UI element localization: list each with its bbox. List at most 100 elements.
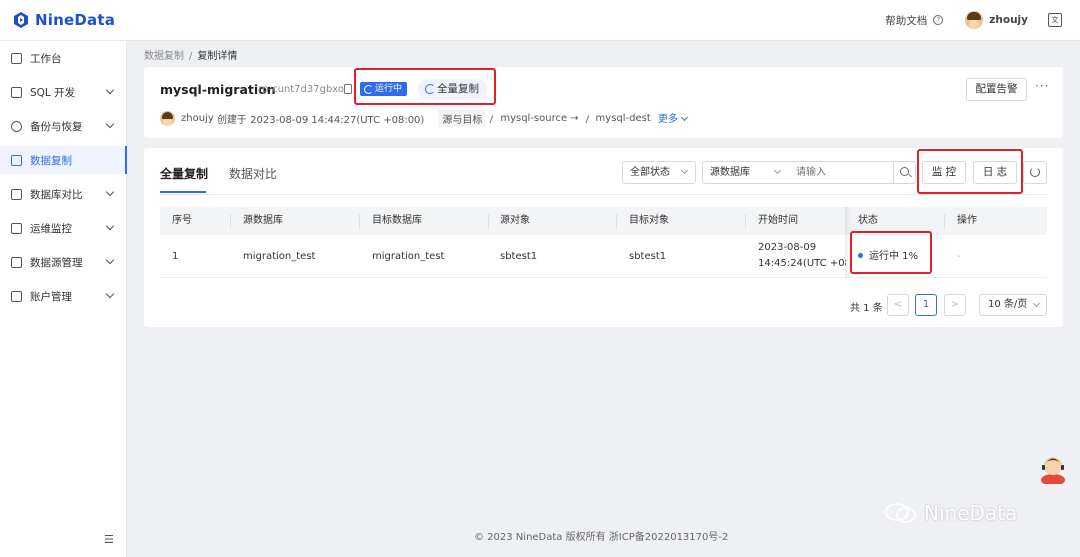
col-separator — [616, 214, 617, 228]
wechat-icon — [885, 503, 916, 523]
logo-text: NineData — [35, 11, 116, 29]
logo[interactable]: NineData — [12, 11, 115, 29]
start-date: 2023-08-09 — [758, 242, 817, 253]
footer-copyright: © 2023 NineData 版权所有 浙ICP备2022013170号-2 — [474, 532, 729, 543]
status-filter-value: 全部状态 — [630, 167, 670, 178]
home-icon — [11, 52, 22, 64]
sidebar-item-label: 数据复制 — [30, 154, 72, 167]
top-right-menu: 帮助文档 ? zhoujy 文 — [885, 11, 1062, 29]
chevron-down-icon — [105, 119, 115, 129]
tabs-divider — [160, 194, 1047, 195]
creator-name: zhoujy — [181, 113, 214, 124]
col-separator — [488, 214, 489, 228]
copy-icon — [11, 154, 22, 166]
database-filter-select[interactable]: 源数据库 — [702, 161, 789, 184]
creator-avatar — [160, 111, 175, 126]
database-icon — [585, 114, 594, 123]
arrow-right-icon: → — [570, 113, 579, 124]
search-icon[interactable] — [893, 161, 916, 184]
chevron-down-icon — [1032, 299, 1041, 308]
terminal-icon — [11, 86, 22, 98]
cell-no: 1 — [172, 251, 179, 262]
sidebar: 工作台 SQL 开发 备份与恢复 数据复制 数据库对比 运维监控 数据源管理 账… — [0, 41, 127, 557]
configure-alarm-button[interactable]: 配置告警 — [966, 78, 1027, 101]
cell-dst-obj: sbtest1 — [629, 251, 667, 262]
breadcrumb-parent[interactable]: 数据复制 — [144, 51, 184, 62]
search-input[interactable] — [788, 161, 894, 184]
tab-data-compare[interactable]: 数据对比 — [229, 165, 277, 182]
sidebar-item-sql-dev[interactable]: SQL 开发 — [0, 78, 127, 106]
translate-icon[interactable]: 文 — [1048, 13, 1062, 27]
cloud-backup-icon — [11, 120, 22, 132]
col-separator — [745, 214, 746, 228]
cell-src-db: migration_test — [243, 251, 316, 262]
chevron-down-icon — [105, 289, 115, 299]
source-datasource[interactable]: mysql-source — [500, 113, 567, 124]
sidebar-item-label: 工作台 — [30, 52, 62, 65]
start-clock: 14:45:24(UTC +08 — [758, 258, 846, 269]
cell-dst-db: migration_test — [372, 251, 445, 262]
col-src-db: 源数据库 — [243, 215, 283, 226]
breadcrumb-current: 复制详情 — [197, 51, 238, 62]
sidebar-item-workbench[interactable]: 工作台 — [0, 44, 127, 72]
sidebar-item-label: 数据库对比 — [30, 188, 83, 201]
pager-total: 共 1 条 — [850, 303, 883, 314]
sidebar-item-label: 数据源管理 — [30, 256, 83, 269]
database-icon — [489, 114, 499, 123]
user-avatar[interactable] — [965, 11, 984, 29]
support-agent-icon[interactable] — [1039, 452, 1067, 484]
col-dst-obj: 目标对象 — [629, 215, 669, 226]
highlight-box-status-cell — [850, 231, 932, 274]
help-docs-link[interactable]: 帮助文档 — [885, 13, 927, 28]
sidebar-item-label: 备份与恢复 — [30, 120, 83, 133]
sidebar-item-label: 账户管理 — [30, 290, 72, 303]
top-bar: NineData 帮助文档 ? zhoujy 文 — [0, 0, 1080, 41]
sidebar-item-replication[interactable]: 数据复制 — [0, 146, 127, 174]
pager-page-1[interactable]: 1 — [915, 294, 937, 316]
created-time: 创建于 2023-08-09 14:44:27(UTC +08:00) — [216, 115, 425, 126]
sidebar-item-db-compare[interactable]: 数据库对比 — [0, 180, 127, 208]
wechat-watermark: NineData — [884, 501, 1017, 525]
cell-src-obj: sbtest1 — [500, 251, 538, 262]
refresh-button[interactable] — [1023, 161, 1047, 184]
task-meta-row: zhoujy 创建于 2023-08-09 14:44:27(UTC +08:0… — [160, 110, 651, 127]
task-id: rp-cunt7d37gbxo — [258, 84, 345, 95]
more-actions-icon[interactable]: ··· — [1035, 79, 1049, 93]
chevron-down-icon — [105, 255, 115, 265]
sidebar-item-account[interactable]: 账户管理 — [0, 282, 127, 310]
target-datasource[interactable]: mysql-dest — [596, 113, 651, 124]
pager-prev-button[interactable]: < — [887, 294, 909, 316]
chevron-down-icon — [773, 166, 782, 175]
col-separator — [230, 214, 231, 228]
sidebar-item-datasource[interactable]: 数据源管理 — [0, 248, 127, 276]
highlight-box-buttons — [917, 149, 1023, 194]
sidebar-item-label: SQL 开发 — [30, 86, 76, 99]
main-card: 全量复制 数据对比 全部状态 源数据库 监 控 日 志 序号 源数据库 目标数据… — [144, 148, 1063, 327]
sidebar-item-backup[interactable]: 备份与恢复 — [0, 112, 127, 140]
task-header-card: mysql-migration rp-cunt7d37gbxo 运行中 全量复制… — [144, 67, 1063, 138]
col-separator — [944, 214, 945, 228]
tab-full-replication[interactable]: 全量复制 — [160, 165, 208, 193]
user-name[interactable]: zhoujy — [989, 14, 1028, 26]
collapse-sidebar-icon[interactable]: ☰ — [104, 534, 114, 545]
refresh-icon — [1030, 167, 1040, 177]
question-circle-icon[interactable]: ? — [933, 15, 944, 25]
status-filter-select[interactable]: 全部状态 — [622, 161, 696, 184]
copy-icon[interactable] — [344, 84, 352, 94]
account-icon — [11, 290, 22, 302]
cell-start-time: 2023-08-09 14:45:24(UTC +08 — [758, 240, 846, 272]
more-label: 更多 — [658, 114, 678, 125]
sidebar-item-ops-monitor[interactable]: 运维监控 — [0, 214, 127, 242]
cell-action: - — [957, 251, 961, 262]
breadcrumb: 数据复制 / 复制详情 — [144, 47, 237, 62]
col-src-obj: 源对象 — [500, 215, 530, 226]
source-target-label: 源与目标 — [438, 110, 487, 127]
pager-next-button[interactable]: > — [944, 294, 966, 316]
more-link[interactable]: 更多 — [658, 110, 689, 125]
col-dst-db: 目标数据库 — [372, 215, 422, 226]
col-no: 序号 — [172, 215, 192, 226]
page-size-select[interactable]: 10 条/页 — [979, 294, 1047, 316]
chevron-down-icon — [105, 187, 115, 197]
compare-icon — [11, 188, 22, 200]
chevron-down-icon — [105, 85, 115, 95]
